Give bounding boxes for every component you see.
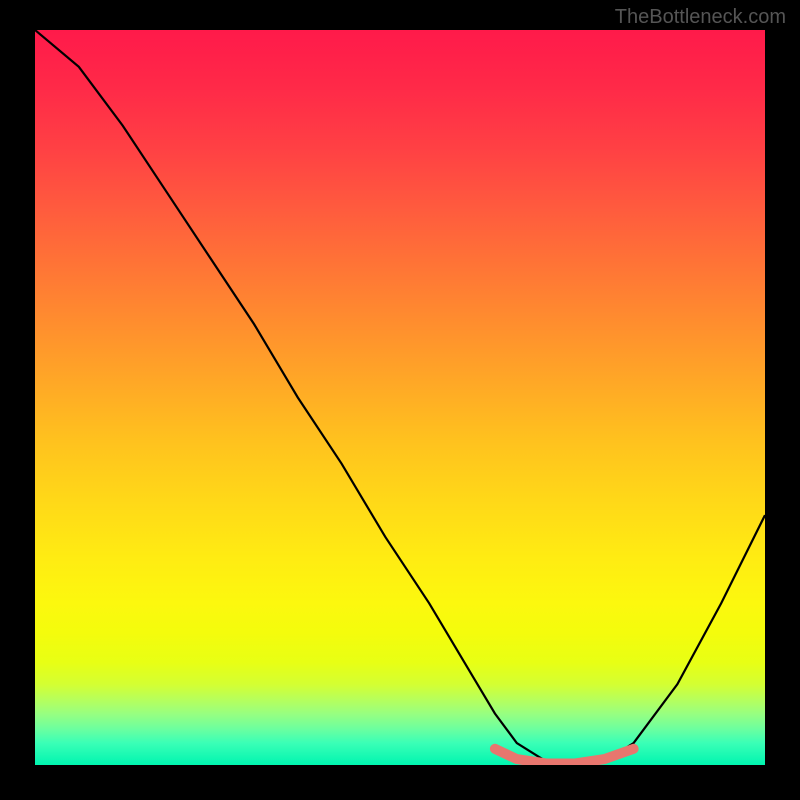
- accent-segment: [495, 749, 634, 764]
- bottleneck-curve: [35, 30, 765, 765]
- chart-svg: [35, 30, 765, 765]
- chart-gradient-background: [35, 30, 765, 765]
- watermark-text: TheBottleneck.com: [615, 6, 786, 29]
